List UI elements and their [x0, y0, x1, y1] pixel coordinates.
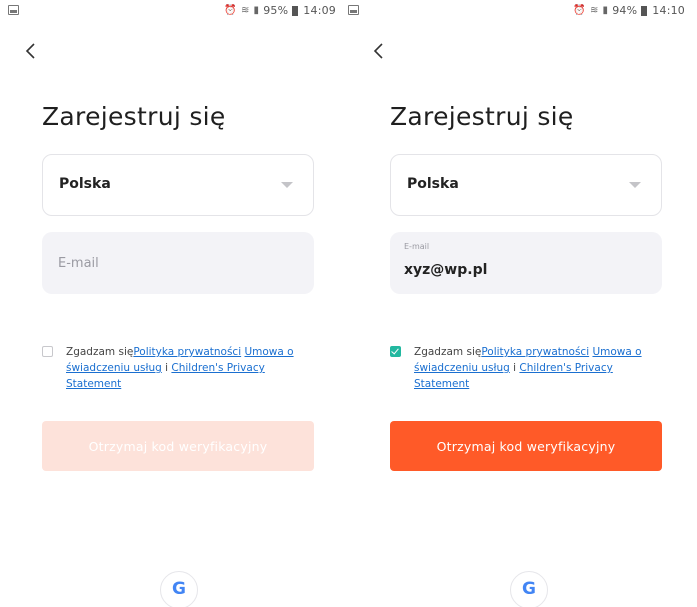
caret-down-icon: [281, 182, 293, 188]
battery-icon: [641, 5, 648, 16]
google-login-button[interactable]: G: [160, 571, 198, 607]
privacy-policy-link[interactable]: Polityka prywatności: [481, 346, 589, 358]
clock: 14:10: [652, 4, 685, 17]
gallery-notification-icon: [348, 5, 359, 15]
wifi-icon: ≋: [240, 5, 250, 16]
country-select[interactable]: Polska: [42, 154, 314, 216]
get-verification-code-button[interactable]: Otrzymaj kod weryfikacyjny: [42, 421, 314, 471]
alarm-icon: ⏰: [224, 5, 237, 16]
consent-prefix: Zgadzam się: [66, 346, 134, 358]
status-icons: ⏰ ≋ ▮ 94% 14:10: [573, 4, 685, 17]
wifi-icon: ≋: [589, 5, 599, 16]
country-select[interactable]: Polska: [390, 154, 662, 216]
email-label: E-mail: [404, 242, 430, 251]
google-icon: G: [172, 579, 186, 599]
gallery-notification-icon: [8, 5, 19, 15]
email-field[interactable]: E-mail xyz@wp.pl: [390, 232, 662, 294]
signal-icon: ▮: [602, 5, 609, 16]
consent-text: Zgadzam sięPolityka prywatności Umowa o …: [414, 344, 664, 392]
signal-icon: ▮: [253, 5, 260, 16]
privacy-policy-link[interactable]: Polityka prywatności: [133, 346, 241, 358]
email-value: xyz@wp.pl: [404, 262, 488, 278]
country-value: Polska: [407, 176, 459, 192]
email-field[interactable]: E-mail: [42, 232, 314, 294]
consent-and: i: [509, 362, 520, 374]
consent-prefix: Zgadzam się: [414, 346, 482, 358]
consent-checkbox[interactable]: [390, 346, 401, 357]
consent-and: i: [161, 362, 172, 374]
alarm-icon: ⏰: [573, 5, 586, 16]
comparison-layout: ⏰ ≋ ▮ 95% 14:09 Zarejestruj się Polska E…: [0, 0, 697, 607]
back-button[interactable]: [24, 42, 38, 60]
country-value: Polska: [59, 176, 111, 192]
clock: 14:09: [303, 4, 336, 17]
email-placeholder: E-mail: [58, 256, 99, 271]
status-bar: ⏰ ≋ ▮ 94% 14:10: [348, 0, 697, 24]
signup-screen-after: ⏰ ≋ ▮ 94% 14:10 Zarejestruj się Polska E…: [348, 0, 697, 607]
chevron-left-icon: [25, 43, 35, 59]
google-login-button[interactable]: G: [510, 571, 548, 607]
get-verification-code-button[interactable]: Otrzymaj kod weryfikacyjny: [390, 421, 662, 471]
back-button[interactable]: [372, 42, 386, 60]
battery-percent: 95%: [263, 4, 289, 17]
page-title: Zarejestruj się: [390, 102, 574, 131]
battery-percent: 94%: [612, 4, 638, 17]
battery-icon: [292, 5, 299, 16]
status-bar: ⏰ ≋ ▮ 95% 14:09: [0, 0, 348, 24]
caret-down-icon: [629, 182, 641, 188]
page-title: Zarejestruj się: [42, 102, 226, 131]
status-icons: ⏰ ≋ ▮ 95% 14:09: [224, 4, 336, 17]
signup-screen-before: ⏰ ≋ ▮ 95% 14:09 Zarejestruj się Polska E…: [0, 0, 348, 607]
consent-text: Zgadzam sięPolityka prywatności Umowa o …: [66, 344, 316, 392]
chevron-left-icon: [373, 43, 383, 59]
google-icon: G: [522, 579, 536, 599]
consent-checkbox[interactable]: [42, 346, 53, 357]
